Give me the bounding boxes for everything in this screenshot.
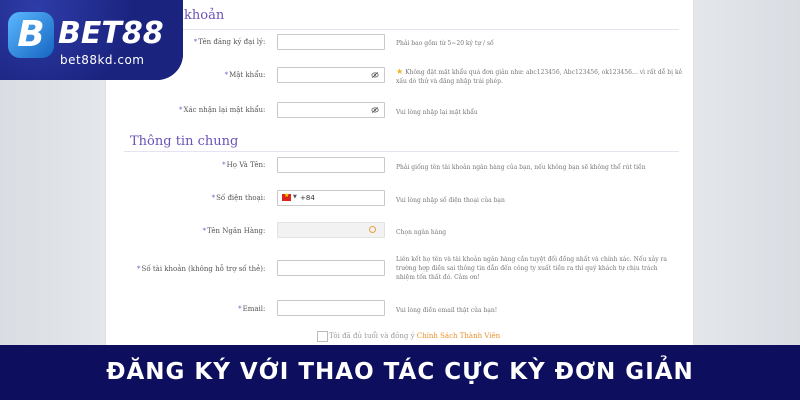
member-policy-link[interactable]: Chính Sách Thành Viên <box>417 332 500 340</box>
caption-banner-text: ĐĂNG KÝ VỚI THAO TÁC CỰC KỲ ĐƠN GIẢN <box>106 359 694 385</box>
email-hint: Vui lòng điền email thật của bạn! <box>396 307 498 314</box>
phone-country-code: +84 <box>300 194 315 202</box>
email-label: *Email <box>238 305 263 313</box>
full-name-label: *Họ Và Tên <box>222 161 263 169</box>
star-icon: ★ <box>396 67 404 76</box>
registration-form: khoản *Tên đăng ký đại lý : Phải bao gồm… <box>105 0 694 345</box>
account-number-label: *Số tài khoản (không hỗ trợ số thẻ) <box>137 265 263 273</box>
agent-username-hint: Phải bao gồm từ 5~20 ký tự / số <box>396 40 494 47</box>
password-label: *Mật khẩu <box>224 71 263 79</box>
dropdown-icon[interactable] <box>369 226 376 233</box>
confirm-password-label: *Xác nhận lại mật khẩu <box>179 106 263 114</box>
bank-name-select[interactable] <box>277 222 385 238</box>
agreement-checkbox[interactable] <box>317 331 328 342</box>
brand-name: BET88 <box>58 16 164 51</box>
bank-name-label: *Tên Ngân Hàng <box>202 227 264 235</box>
agreement-text: Tôi đã đủ tuổi và đồng ý Chính Sách Thàn… <box>329 332 501 340</box>
email-input[interactable] <box>277 300 385 316</box>
agent-username-label: *Tên đăng ký đại lý <box>193 38 263 46</box>
password-hint: ★ Không đặt mật khẩu quá đơn giản như: a… <box>396 67 683 85</box>
section-divider <box>124 29 679 30</box>
caret-down-icon[interactable]: ▼ <box>293 194 297 200</box>
brand-domain: bet88kd.com <box>60 53 145 67</box>
logo-mark-icon: B <box>8 12 54 58</box>
brand-logo[interactable]: B BET88 bet88kd.com <box>0 0 183 80</box>
password-input[interactable] <box>277 67 385 83</box>
bank-name-hint: Chọn ngân hàng <box>396 229 447 236</box>
general-section-title: Thông tin chung <box>130 134 239 149</box>
full-name-hint: Phải giống tên tài khoản ngân hàng của b… <box>396 164 646 171</box>
phone-label: *Số điện thoại <box>211 194 263 202</box>
full-name-input[interactable] <box>277 157 385 173</box>
phone-input[interactable]: ▼ +84 <box>277 190 385 206</box>
account-number-hint: Liên kết họ tên và tài khoản ngân hàng c… <box>396 256 667 281</box>
section-divider <box>124 151 679 152</box>
account-section-title: khoản <box>184 8 225 23</box>
confirm-password-hint: Vui lòng nhập lại mật khẩu <box>396 109 478 116</box>
eye-off-icon[interactable] <box>371 106 379 114</box>
eye-off-icon[interactable] <box>371 71 379 79</box>
vietnam-flag-icon[interactable] <box>282 192 291 201</box>
agent-username-input[interactable] <box>277 34 385 50</box>
phone-hint: Vui lòng nhập số điện thoại của bạn <box>396 197 505 204</box>
account-number-input[interactable] <box>277 260 385 276</box>
confirm-password-input[interactable] <box>277 102 385 118</box>
